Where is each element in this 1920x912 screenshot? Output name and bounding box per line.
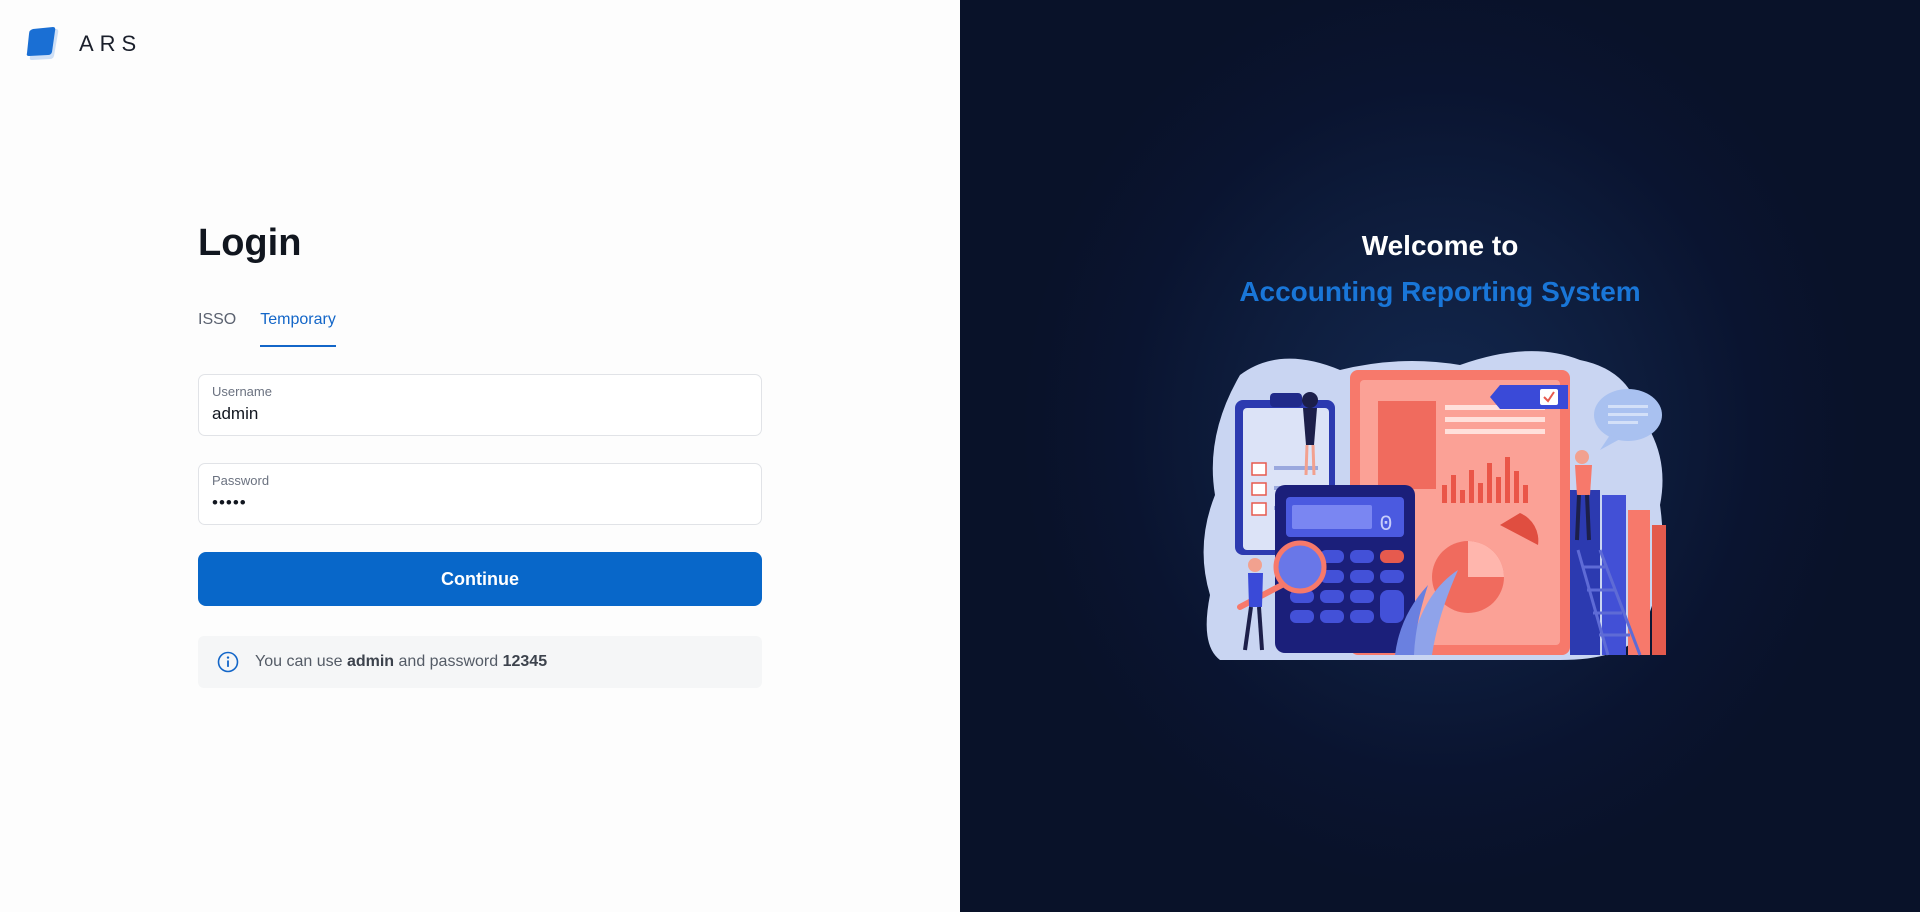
page-title: Login <box>198 222 302 264</box>
hint-prefix: You can use <box>255 653 343 670</box>
login-tabs: ISSO Temporary <box>198 303 360 347</box>
hint-text: You can use admin and password 12345 <box>255 653 547 671</box>
username-label: Username <box>212 384 272 399</box>
tab-isso[interactable]: ISSO <box>198 303 236 347</box>
username-input[interactable] <box>212 403 742 425</box>
continue-button[interactable]: Continue <box>198 552 762 606</box>
system-name-heading: Accounting Reporting System <box>1239 276 1641 307</box>
brand-header: ARS <box>26 26 142 62</box>
calculator-display: 0 <box>1379 512 1392 537</box>
username-field[interactable]: Username <box>198 374 762 436</box>
credentials-hint: You can use admin and password 12345 <box>198 636 762 688</box>
hint-middle: and password <box>398 653 499 670</box>
brand-name: ARS <box>79 31 143 56</box>
password-label: Password <box>212 473 270 488</box>
login-panel: ARS Login ISSO Temporary Username Passwo… <box>0 0 960 912</box>
welcome-heading: Welcome to <box>1361 230 1519 261</box>
info-circle-icon <box>217 651 239 673</box>
accounting-illustration: 0 <box>1203 351 1666 660</box>
ars-logo-icon <box>26 27 59 60</box>
hint-password: 12345 <box>502 653 548 670</box>
hint-username: admin <box>346 653 395 670</box>
password-input[interactable] <box>212 492 742 514</box>
tab-temporary[interactable]: Temporary <box>260 303 336 347</box>
password-field[interactable]: Password <box>198 463 762 525</box>
